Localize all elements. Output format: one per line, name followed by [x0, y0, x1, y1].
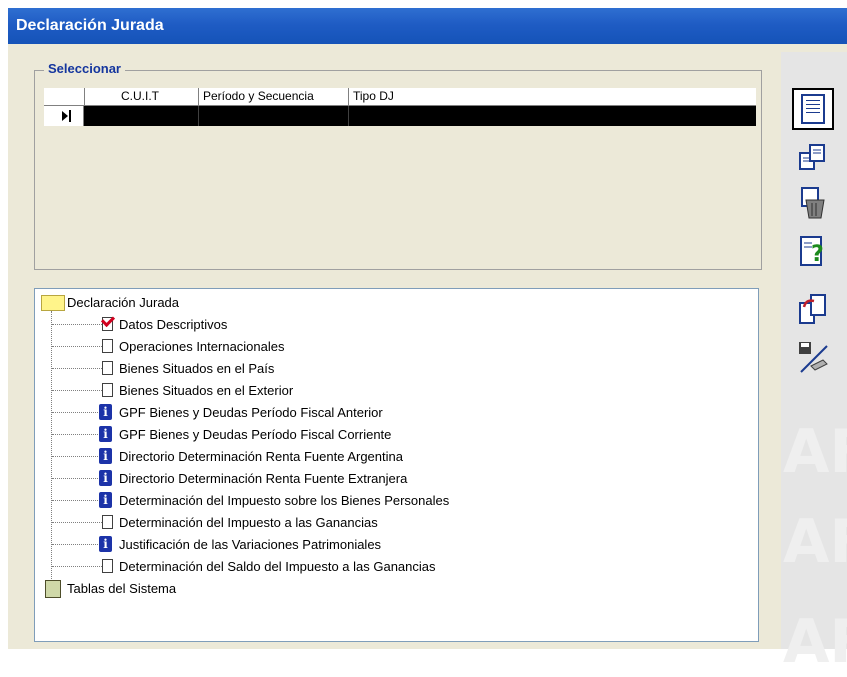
tree-item[interactable]: Datos Descriptivos: [119, 315, 227, 335]
save-disk-icon: [799, 342, 828, 373]
tree-item[interactable]: Justificación de las Variaciones Patrimo…: [119, 535, 381, 555]
import-document-icon: [799, 294, 826, 324]
trash-icon: [801, 187, 825, 219]
import-button[interactable]: [792, 288, 834, 330]
blank-doc-icon: [102, 383, 113, 397]
svg-text:?: ?: [811, 242, 824, 267]
tree-item[interactable]: GPF Bienes y Deudas Período Fiscal Corri…: [119, 425, 391, 445]
tree-item[interactable]: Operaciones Internacionales: [119, 337, 285, 357]
tree-item[interactable]: Bienes Situados en el Exterior: [119, 381, 293, 401]
right-toolbar: AF AF AF ?: [781, 52, 847, 672]
row-indicator: [44, 106, 84, 126]
info-icon: i: [99, 536, 112, 552]
copy-documents-icon: [799, 144, 825, 170]
row-pointer-icon: [62, 111, 68, 121]
save-button[interactable]: [792, 336, 834, 378]
watermark-text: AF: [783, 417, 847, 487]
dj-tree[interactable]: Declaración Jurada Datos Descriptivos Op…: [34, 288, 759, 642]
folder-icon: [41, 295, 65, 311]
blank-doc-icon: [102, 515, 113, 529]
tree-item[interactable]: Directorio Determinación Renta Fuente Ex…: [119, 469, 407, 489]
info-icon: i: [99, 404, 112, 420]
info-icon: i: [99, 492, 112, 508]
tree-item[interactable]: Determinación del Saldo del Impuesto a l…: [119, 557, 436, 577]
grid-header: C.U.I.T Período y Secuencia Tipo DJ: [44, 88, 756, 106]
info-icon: i: [99, 426, 112, 442]
blank-doc-icon: [102, 559, 113, 573]
blank-doc-icon: [102, 361, 113, 375]
help-document-icon: ?: [800, 236, 824, 267]
tree-second-root-label[interactable]: Tablas del Sistema: [67, 579, 176, 599]
app-window: Declaración Jurada Seleccionar C.U.I.T P…: [8, 8, 847, 672]
tree-item[interactable]: GPF Bienes y Deudas Período Fiscal Anter…: [119, 403, 383, 423]
col-periodo[interactable]: Período y Secuencia: [198, 88, 348, 105]
blank-doc-icon: [102, 339, 113, 353]
seleccionar-label: Seleccionar: [44, 61, 125, 76]
watermark-text: AF: [783, 507, 847, 577]
tree-item[interactable]: Determinación del Impuesto sobre los Bie…: [119, 491, 449, 511]
grid-selected-row[interactable]: [44, 106, 756, 126]
document-list-icon: [801, 94, 825, 124]
delete-button[interactable]: [792, 182, 834, 224]
dj-grid[interactable]: C.U.I.T Período y Secuencia Tipo DJ: [44, 88, 756, 126]
help-button[interactable]: ?: [792, 230, 834, 272]
watermark-text: AF: [783, 607, 847, 677]
window-title: Declaración Jurada: [8, 8, 847, 44]
check-icon: [102, 317, 113, 331]
info-icon: i: [99, 470, 112, 486]
document-list-button[interactable]: [792, 88, 834, 130]
tree-item[interactable]: Bienes Situados en el País: [119, 359, 274, 379]
col-cuit[interactable]: C.U.I.T: [84, 88, 198, 105]
col-tipo-dj[interactable]: Tipo DJ: [348, 88, 756, 105]
tree-item[interactable]: Directorio Determinación Renta Fuente Ar…: [119, 447, 403, 467]
tree-root-label[interactable]: Declaración Jurada: [67, 293, 179, 313]
tree-item[interactable]: Determinación del Impuesto a las Gananci…: [119, 513, 378, 533]
copy-documents-button[interactable]: [792, 137, 834, 179]
info-icon: i: [99, 448, 112, 464]
tables-icon: [45, 580, 61, 598]
